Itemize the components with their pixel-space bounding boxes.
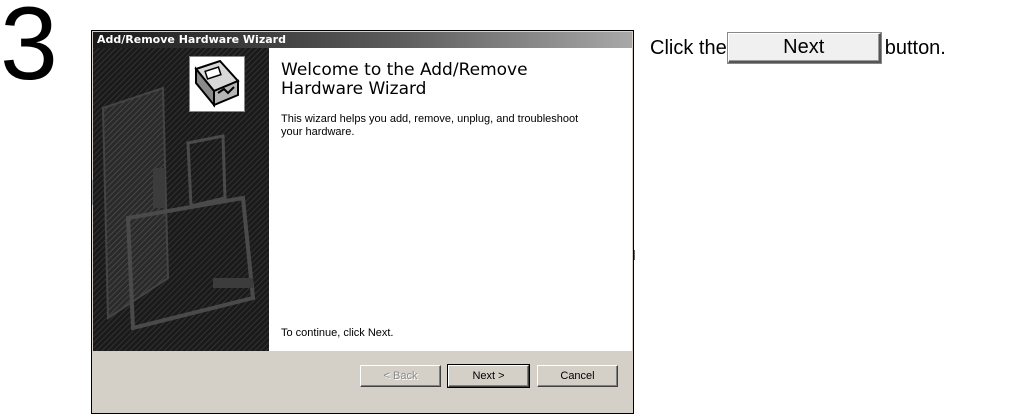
wizard-side-panel [93, 48, 269, 351]
back-button[interactable]: < Back [360, 365, 441, 387]
continue-instruction: To continue, click Next. [281, 327, 394, 339]
step-instruction: Click the Next button. [650, 33, 946, 63]
step-number: 3 [0, 0, 58, 102]
next-button-illustration: Next [727, 33, 881, 63]
cancel-button[interactable]: Cancel [537, 365, 618, 387]
instruction-text-after: button. [884, 37, 946, 59]
wizard-description: This wizard helps you add, remove, unplu… [281, 113, 579, 138]
instruction-text-before: Click the [650, 37, 727, 59]
next-button[interactable]: Next > [447, 364, 530, 388]
add-remove-hardware-wizard-window: Add/Remove Hardware Wizard Welcome to th… [91, 30, 634, 414]
wizard-content-panel: Welcome to the Add/Remove Hardware Wizar… [269, 48, 632, 351]
window-title: Add/Remove Hardware Wizard [93, 32, 632, 48]
hardware-card-icon [189, 56, 245, 112]
divider [92, 180, 93, 205]
wizard-heading: Welcome to the Add/Remove Hardware Wizar… [281, 60, 528, 99]
divider [634, 250, 635, 260]
